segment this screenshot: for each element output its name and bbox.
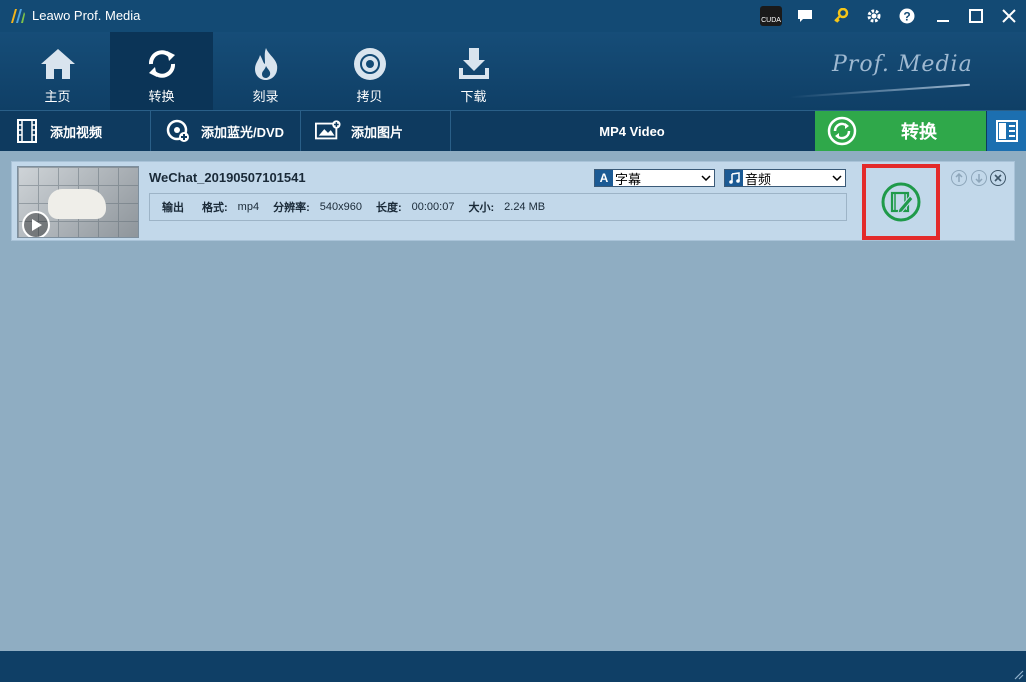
edit-video-button[interactable] [862,164,940,240]
music-note-icon [725,170,743,186]
brand-logo-text: Prof. Media [832,52,973,77]
file-info-panel: 输出 格式: mp4 分辨率: 540x960 长度: 00:00:07 大小:… [149,193,847,221]
convert-circle-icon [827,116,857,146]
subtitle-icon: A [595,170,613,186]
resolution-value: 540x960 [319,201,362,213]
add-video-label: 添加视频 [50,124,103,140]
add-bluray-dvd-button[interactable]: 添加蓝光/DVD [151,111,301,151]
output-label: 输出 [162,202,184,214]
convert-label: 转换 [901,122,937,142]
layout-toggle-button[interactable] [987,111,1026,151]
app-logo-icon [11,9,25,23]
duration-value: 00:00:07 [411,201,455,213]
nav-burn-label: 刻录 [252,89,279,104]
add-image-button[interactable]: 添加图片 [301,111,451,151]
nav-convert-label: 转换 [148,89,175,104]
download-icon [454,46,494,82]
format-label: 格式: [202,202,228,214]
add-image-label: 添加图片 [351,124,404,140]
convert-refresh-icon [142,46,182,82]
chat-icon[interactable] [794,6,816,26]
close-icon[interactable] [998,6,1020,26]
file-name: WeChat_20190507101541 [149,170,306,185]
nav-convert[interactable]: 转换 [110,32,213,110]
help-icon[interactable]: ? [896,6,918,26]
resize-grip-icon[interactable] [1012,668,1024,680]
disc-icon [350,46,390,82]
subtitle-select[interactable]: A 字幕 [594,169,715,187]
nav-download[interactable]: 下载 [422,32,525,110]
flame-icon [246,46,286,82]
gear-icon[interactable] [863,6,885,26]
chevron-down-icon [829,175,845,181]
status-bar [0,651,1026,682]
resolution-label: 分辨率: [273,202,310,214]
disc-add-icon [165,119,191,143]
file-list-area: WeChat_20190507101541 A 字幕 音频 输出 格式: mp4… [0,151,1026,651]
size-value: 2.24 MB [504,201,546,213]
toolbar: 添加视频 添加蓝光/DVD 添加图片 MP4 Video 转换 [0,110,1026,151]
output-format-selector[interactable]: MP4 Video [451,111,813,151]
video-edit-icon [881,182,921,222]
nav-home-label: 主页 [44,89,71,104]
key-icon[interactable] [830,6,852,26]
film-icon [14,119,40,143]
remove-file-icon[interactable] [990,170,1006,186]
subtitle-select-value: 字幕 [615,171,642,187]
nav-copy[interactable]: 拷贝 [318,32,421,110]
nav-burn[interactable]: 刻录 [214,32,317,110]
home-icon [38,46,78,82]
play-icon[interactable] [22,211,50,237]
chevron-down-icon [698,175,714,181]
move-down-icon[interactable] [971,170,987,186]
add-video-button[interactable]: 添加视频 [0,111,151,151]
main-nav: 主页 转换 刻录 拷贝 下载 Prof. Media [0,32,1026,110]
layout-icon [995,120,1018,142]
app-title: Leawo Prof. Media [32,8,141,23]
format-value: mp4 [237,201,260,213]
video-thumbnail[interactable] [17,166,139,238]
convert-button[interactable]: 转换 [815,111,986,151]
output-format-label: MP4 Video [599,123,665,139]
nav-copy-label: 拷贝 [356,89,383,104]
minimize-icon[interactable] [932,6,954,26]
image-add-icon [315,119,341,143]
move-up-icon[interactable] [951,170,967,186]
maximize-icon[interactable] [965,6,987,26]
duration-label: 长度: [375,202,402,214]
brand-swoosh [790,83,970,99]
file-row[interactable]: WeChat_20190507101541 A 字幕 音频 输出 格式: mp4… [11,161,1015,241]
svg-text:?: ? [903,10,910,24]
audio-select-value: 音频 [745,171,772,187]
title-bar: Leawo Prof. Media CUDA ? [0,0,1026,32]
audio-select[interactable]: 音频 [724,169,846,187]
nav-download-label: 下载 [460,89,487,104]
size-label: 大小: [468,202,495,214]
cuda-icon[interactable]: CUDA [760,6,782,26]
nav-home[interactable]: 主页 [6,32,109,110]
add-bluray-dvd-label: 添加蓝光/DVD [201,124,285,140]
